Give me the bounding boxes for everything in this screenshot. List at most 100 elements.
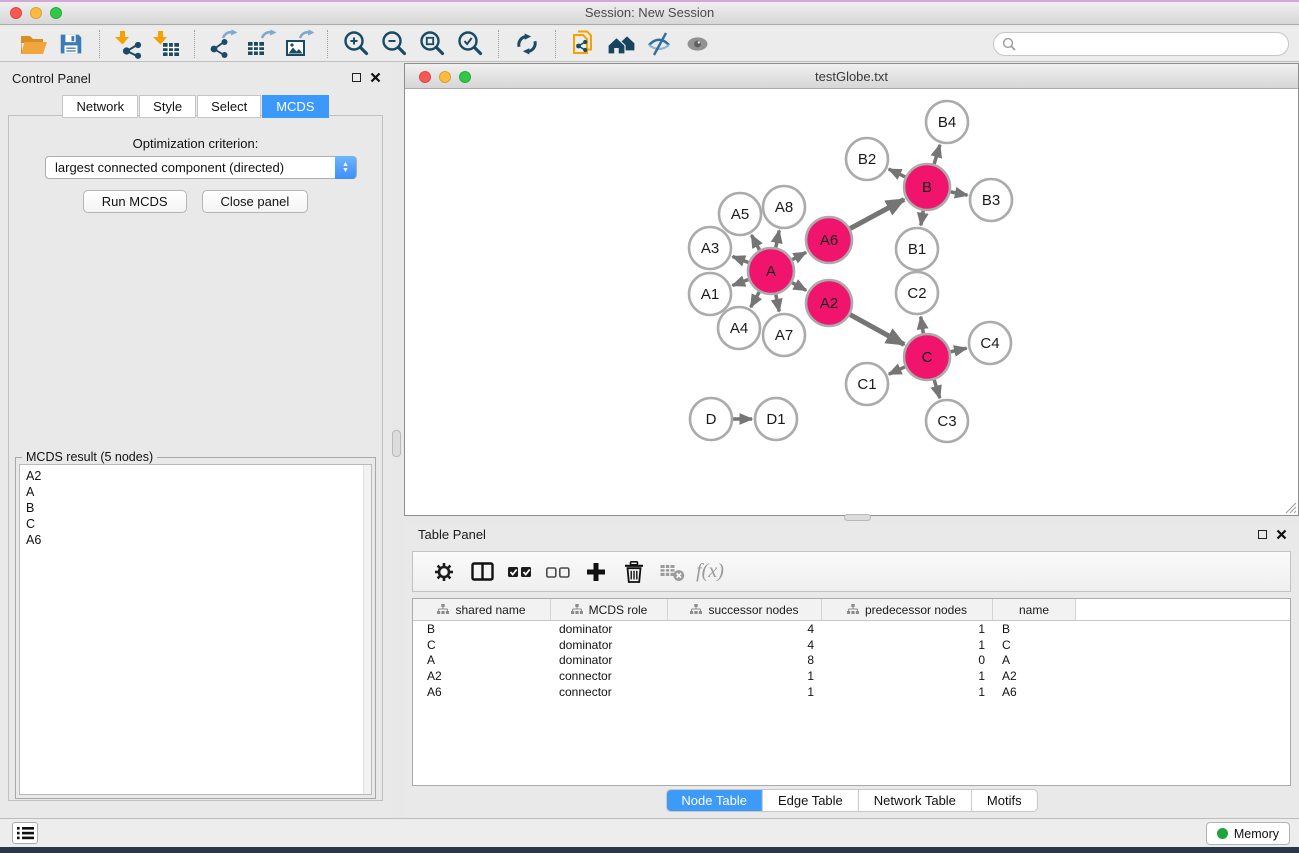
graph-edge-C-C3[interactable] — [934, 380, 940, 398]
graph-node-C3[interactable]: C3 — [926, 400, 968, 442]
graph-edge-A-A5[interactable] — [752, 235, 760, 250]
graph-node-A3[interactable]: A3 — [689, 227, 731, 269]
graph-node-A6[interactable]: A6 — [806, 217, 852, 263]
tab-mcds[interactable]: MCDS — [262, 95, 328, 118]
deselect-all-rows-button[interactable] — [545, 559, 571, 585]
export-image-button[interactable] — [282, 28, 316, 60]
result-item[interactable]: A — [20, 484, 371, 500]
create-column-button[interactable] — [583, 559, 609, 585]
result-item[interactable]: C — [20, 516, 371, 532]
close-table-panel-icon[interactable] — [1276, 529, 1287, 540]
graph-node-B1[interactable]: B1 — [896, 228, 938, 270]
graph-node-C[interactable]: C — [904, 334, 950, 380]
tab-edge-table[interactable]: Edge Table — [762, 790, 858, 811]
graph-edge-A-A6[interactable] — [792, 252, 806, 259]
graph-edge-A-A2[interactable] — [792, 283, 806, 291]
select-all-rows-button[interactable] — [507, 559, 533, 585]
graph-node-D1[interactable]: D1 — [755, 398, 797, 440]
run-mcds-button[interactable]: Run MCDS — [83, 190, 187, 213]
table-row[interactable]: Cdominator41C — [413, 637, 1290, 653]
graph-edge-C-C4[interactable] — [950, 348, 966, 352]
criterion-select[interactable]: largest connected component (directed) ▲… — [45, 156, 357, 179]
graph-node-B[interactable]: B — [904, 164, 950, 210]
graph-node-C4[interactable]: C4 — [969, 322, 1011, 364]
zoom-selected-button[interactable] — [453, 28, 487, 60]
column-header-successor-nodes[interactable]: successor nodes — [668, 599, 822, 620]
search-input[interactable] — [993, 32, 1289, 56]
export-table-button[interactable] — [244, 28, 278, 60]
graph-node-B2[interactable]: B2 — [846, 138, 888, 180]
delete-table-button-disabled[interactable] — [659, 559, 685, 585]
graph-node-C2[interactable]: C2 — [896, 272, 938, 314]
tab-motifs[interactable]: Motifs — [971, 790, 1037, 811]
function-builder-button-disabled[interactable]: f(x) — [697, 559, 723, 585]
close-panel-icon[interactable] — [370, 72, 381, 83]
float-panel-icon[interactable] — [352, 73, 361, 82]
export-network-button[interactable] — [206, 28, 240, 60]
task-history-button[interactable] — [12, 822, 38, 844]
column-header-name[interactable]: name — [993, 599, 1076, 620]
horizontal-splitter-handle[interactable] — [844, 514, 871, 521]
graph-node-A5[interactable]: A5 — [719, 193, 761, 235]
column-header-predecessor-nodes[interactable]: predecessor nodes — [822, 599, 993, 620]
graph-edge-A-A1[interactable] — [733, 280, 749, 286]
result-item[interactable]: A6 — [20, 532, 371, 548]
graph-edge-A-A8[interactable] — [776, 231, 779, 248]
float-table-panel-icon[interactable] — [1258, 530, 1267, 539]
graph-edge-A6-B[interactable] — [850, 199, 904, 228]
graph-node-B4[interactable]: B4 — [926, 101, 968, 143]
tab-node-table[interactable]: Node Table — [666, 790, 762, 811]
home-first-neighbors-button[interactable] — [605, 28, 639, 60]
refresh-layout-button[interactable] — [510, 28, 544, 60]
delete-column-button[interactable] — [621, 559, 647, 585]
graph-edge-C-C2[interactable] — [921, 317, 924, 334]
graph-node-D[interactable]: D — [690, 398, 732, 440]
result-item[interactable]: B — [20, 500, 371, 516]
save-session-button[interactable] — [54, 28, 88, 60]
graph-edge-A-A4[interactable] — [751, 292, 760, 307]
graph-edge-C-C1[interactable] — [889, 367, 905, 374]
graph-node-A4[interactable]: A4 — [718, 307, 760, 349]
tab-network-table[interactable]: Network Table — [858, 790, 971, 811]
graph-edge-B-B4[interactable] — [934, 145, 940, 164]
graph-node-A7[interactable]: A7 — [763, 314, 805, 356]
graph-node-A2[interactable]: A2 — [806, 280, 852, 326]
table-settings-button[interactable] — [431, 559, 457, 585]
network-canvas[interactable]: B4 B2 B B3 A8A5 A6 B1 A3 A A1 C2 A2 A4A7 C4 C C1 C3 D D1 — [405, 90, 1298, 515]
show-column-button[interactable] — [469, 559, 495, 585]
graph-edge-A-A7[interactable] — [776, 295, 779, 312]
graph-edge-A2-C[interactable] — [850, 315, 904, 345]
column-header-shared-name[interactable]: shared name — [413, 599, 551, 620]
graph-node-A1[interactable]: A1 — [689, 273, 731, 315]
graph-edge-B-B3[interactable] — [951, 192, 968, 195]
table-row[interactable]: A6connector11A6 — [413, 684, 1290, 700]
result-list-scrollbar[interactable] — [363, 465, 371, 794]
graph-node-A[interactable]: A — [748, 248, 794, 294]
column-header-MCDS-role[interactable]: MCDS role — [551, 599, 668, 620]
memory-button[interactable]: Memory — [1206, 822, 1290, 845]
tab-network[interactable]: Network — [62, 95, 138, 118]
table-row[interactable]: Adominator80A — [413, 653, 1290, 669]
import-table-button[interactable] — [149, 28, 183, 60]
graph-edge-B-B1[interactable] — [921, 211, 923, 226]
graph-node-C1[interactable]: C1 — [846, 363, 888, 405]
hide-selected-eye-button[interactable] — [643, 28, 677, 60]
zoom-in-button[interactable] — [339, 28, 373, 60]
graph-edge-B-B2[interactable] — [889, 169, 906, 177]
zoom-fit-button[interactable] — [415, 28, 449, 60]
graph-edge-A-A3[interactable] — [733, 257, 749, 263]
tab-select[interactable]: Select — [197, 95, 261, 118]
table-row[interactable]: Bdominator41B — [413, 621, 1290, 637]
result-item[interactable]: A2 — [20, 468, 371, 484]
open-session-button[interactable] — [16, 28, 50, 60]
tab-style[interactable]: Style — [139, 95, 196, 118]
mcds-result-list[interactable]: A2ABCA6 — [19, 464, 372, 795]
show-all-eye-button[interactable] — [681, 28, 715, 60]
graph-node-A8[interactable]: A8 — [763, 186, 805, 228]
close-panel-button[interactable]: Close panel — [202, 190, 309, 213]
import-network-button[interactable] — [111, 28, 145, 60]
window-resize-grip[interactable] — [1283, 500, 1297, 514]
new-network-from-selection-button[interactable] — [567, 28, 601, 60]
table-row[interactable]: A2connector11A2 — [413, 668, 1290, 684]
graph-node-B3[interactable]: B3 — [970, 179, 1012, 221]
